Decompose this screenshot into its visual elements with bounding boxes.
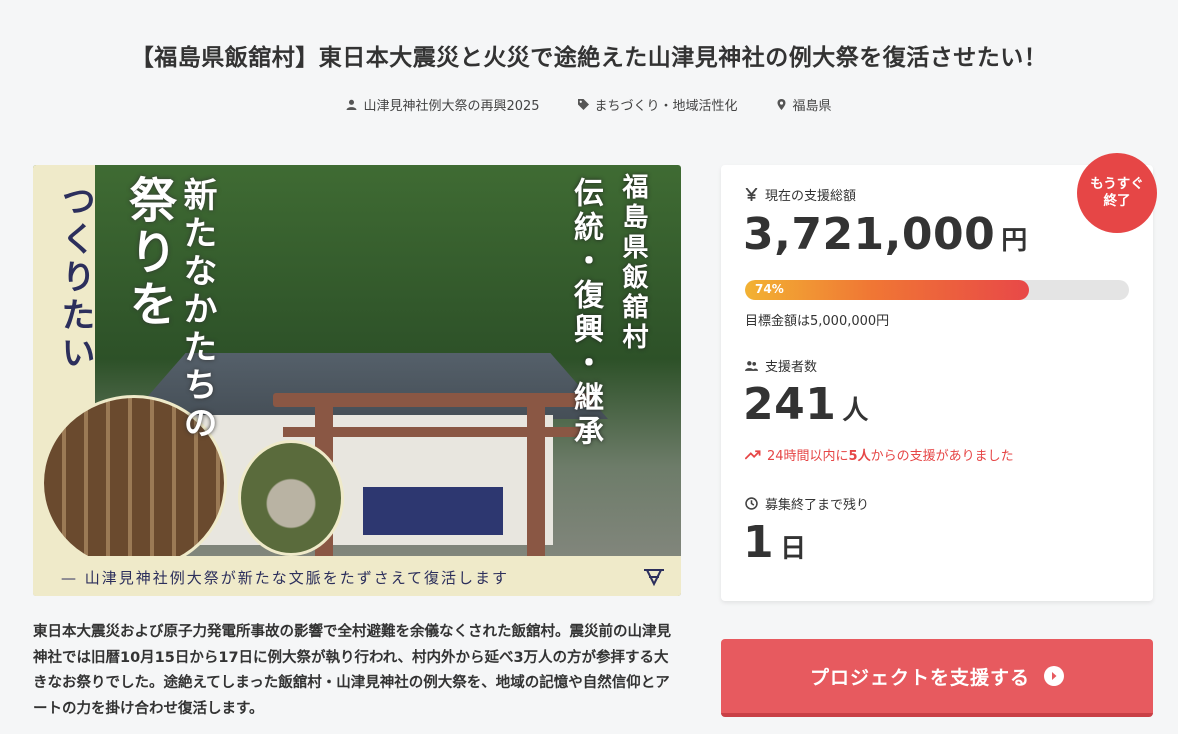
fox-statue-photo bbox=[238, 440, 344, 556]
remaining-value: 1 bbox=[743, 517, 775, 568]
page-title: 【福島県飯舘村】東日本大震災と火災で途絶えた山津見神社の例大祭を復活させたい！ bbox=[130, 45, 1048, 71]
badge-line-1: もうすぐ bbox=[1090, 176, 1144, 192]
category-link[interactable]: まちづくり・地域活性化 bbox=[577, 95, 738, 114]
hero-text-atarashii: 新たなかたちの bbox=[177, 177, 217, 443]
remaining-label: 募集終了まで残り bbox=[765, 498, 870, 513]
badge-line-2: 終了 bbox=[1103, 193, 1131, 209]
recent-prefix: 24時間以内に bbox=[767, 449, 849, 464]
hero-image: つくりたい 祭りを 新たなかたちの 伝統・復興・継承 福島県飯舘村 — 山津見神… bbox=[33, 165, 681, 596]
ending-soon-badge: もうすぐ 終了 bbox=[1077, 153, 1157, 233]
total-value: 3,721,000 bbox=[743, 209, 996, 260]
person-icon bbox=[346, 99, 357, 110]
total-label: 現在の支援総額 bbox=[765, 189, 857, 204]
hero-text-dento: 伝統・復興・継承 bbox=[568, 177, 603, 449]
hero-text-fukushima: 福島県飯舘村 bbox=[618, 173, 648, 353]
recent-suffix: からの支援がありました bbox=[870, 449, 1014, 464]
remaining-label-row: 募集終了まで残り bbox=[745, 494, 869, 513]
clock-icon bbox=[745, 497, 758, 510]
supporters-label-row: 支援者数 bbox=[745, 356, 817, 375]
owner-name: 山津見神社例大祭の再興2025 bbox=[363, 99, 540, 114]
funding-progress-bar: 74% bbox=[745, 280, 1129, 300]
people-icon bbox=[745, 361, 758, 371]
shrine-logo-icon bbox=[641, 564, 667, 590]
supporters-count: 241 人 bbox=[743, 379, 868, 430]
project-description: 東日本大震災および原子力発電所事故の影響で全村避難を余儀なくされた飯舘村。震災前… bbox=[33, 624, 671, 717]
support-button-label: プロジェクトを支援する bbox=[809, 666, 1030, 689]
funding-progress-fill bbox=[745, 280, 1030, 300]
location-name: 福島県 bbox=[792, 99, 832, 114]
tag-icon bbox=[577, 99, 589, 110]
supporters-value: 241 bbox=[743, 379, 837, 430]
goal-amount: 目標金額は5,000,000円 bbox=[745, 314, 890, 329]
support-project-button[interactable]: プロジェクトを支援する bbox=[721, 639, 1153, 717]
total-unit: 円 bbox=[1001, 226, 1028, 256]
stats-card: 現在の支援総額 3,721,000 円 74% 目標金額は5,000,000円 支… bbox=[721, 165, 1153, 601]
project-meta: 山津見神社例大祭の再興2025 まちづくり・地域活性化 福島県 bbox=[0, 95, 1178, 114]
supporters-unit: 人 bbox=[842, 396, 869, 426]
total-label-row: 現在の支援総額 bbox=[745, 185, 856, 204]
funding-progress-percent: 74% bbox=[755, 282, 784, 296]
hero-text-tsukuritai: つくりたい bbox=[55, 183, 95, 373]
category-name: まちづくり・地域活性化 bbox=[594, 99, 738, 114]
remaining-unit: 日 bbox=[780, 534, 807, 564]
trend-up-icon bbox=[745, 450, 761, 460]
shrine-curtain bbox=[363, 487, 503, 535]
chevron-right-circle-icon bbox=[1044, 666, 1064, 686]
supporters-label: 支援者数 bbox=[765, 360, 818, 375]
location-link[interactable]: 福島県 bbox=[776, 95, 832, 114]
remaining-days: 1日 bbox=[743, 517, 806, 568]
recent-count: 5人 bbox=[848, 449, 871, 464]
recent-support-notice: 24時間以内に5人からの支援がありました bbox=[745, 445, 1014, 464]
pin-icon bbox=[777, 99, 786, 110]
yen-icon bbox=[745, 188, 758, 201]
owner-link[interactable]: 山津見神社例大祭の再興2025 bbox=[346, 95, 540, 114]
total-amount: 3,721,000 円 bbox=[743, 209, 1027, 260]
hero-caption: — 山津見神社例大祭が新たな文脈をたずさえて復活します bbox=[61, 569, 510, 587]
